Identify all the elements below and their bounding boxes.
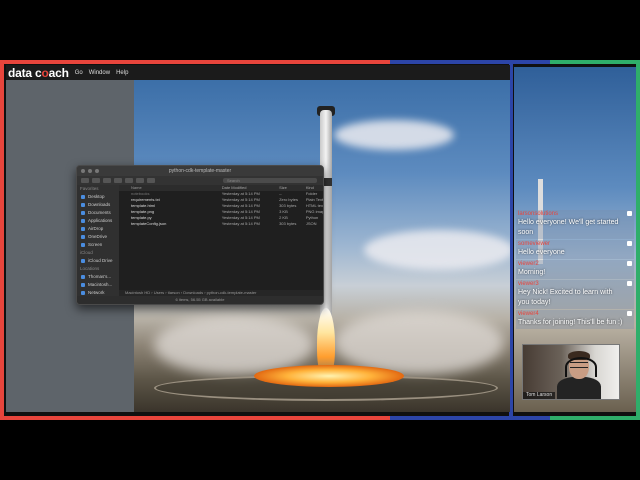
airdrop-icon [81, 227, 85, 231]
border-blue-top [390, 60, 550, 64]
path-item[interactable]: python-cdk-template-master [207, 290, 257, 295]
sidebar-header-favorites: Favorites [80, 186, 99, 191]
chat-message: viewer3 Hey Nick! Excited to learn with … [516, 280, 634, 309]
chat-message: viewer4 Thanks for joining! This'll be f… [516, 310, 634, 329]
border-blue-bottom [390, 416, 550, 420]
sidebar-item-macintosh[interactable]: Macintosh... [77, 281, 119, 289]
sidebar-item-computer[interactable]: Thomas's... [77, 273, 119, 281]
onedrive-icon [81, 235, 85, 239]
border-red-left [0, 60, 4, 420]
sidebar-item-desktop[interactable]: Desktop [77, 193, 119, 201]
finder-title: python-cdk-template-master [168, 168, 232, 174]
sidebar-item-screen[interactable]: Screen [77, 241, 119, 249]
finder-sidebar: Favorites Desktop Downloads Documents Ap… [77, 185, 119, 296]
path-item[interactable]: Macintosh HD [125, 290, 150, 295]
landing-fire [254, 365, 404, 387]
disk-icon [81, 283, 85, 287]
search-input[interactable]: Search [223, 178, 317, 183]
sidebar-header-locations: Locations [80, 266, 100, 271]
menu-window[interactable]: Window [89, 70, 110, 76]
finder-window[interactable]: python-cdk-template-master Search Favori… [76, 165, 324, 305]
back-icon[interactable] [81, 178, 89, 183]
badge-icon [627, 261, 632, 266]
chat-username: someviewer [518, 241, 551, 247]
sidebar-header-icloud: iCloud [80, 250, 93, 255]
list-view-button[interactable] [103, 178, 111, 183]
share-icon[interactable] [147, 178, 155, 183]
sidebar-item-onedrive[interactable]: OneDrive [77, 233, 119, 241]
datacoach-logo: data coach [8, 65, 69, 80]
gear-icon[interactable] [136, 178, 144, 183]
column-view-button[interactable] [114, 178, 122, 183]
icon-view-button[interactable] [92, 178, 100, 183]
finder-titlebar[interactable]: python-cdk-template-master [77, 166, 323, 176]
chat-overlay: larsonsolutions Hello everyone! We'll ge… [516, 210, 634, 329]
documents-icon [81, 211, 85, 215]
gallery-view-button[interactable] [125, 178, 133, 183]
chat-username: viewer3 [518, 281, 539, 287]
path-item[interactable]: Users [154, 290, 164, 295]
border-green-bottom [550, 416, 640, 420]
presenter-shirt [557, 377, 601, 399]
desktop-icon [81, 195, 85, 199]
downloads-icon [81, 203, 85, 207]
webcam-overlay: Tom Larson [522, 344, 620, 400]
chat-username: viewer4 [518, 311, 539, 317]
chat-message: viewer2 Morning! [516, 260, 634, 279]
cloud-icon [81, 259, 85, 263]
border-green-right [636, 60, 640, 420]
chat-username: viewer2 [518, 261, 539, 267]
path-item[interactable]: tlarson [168, 290, 180, 295]
file-list: Name Date Modified Size Kind notebooks Ye… [119, 185, 323, 296]
badge-icon [627, 281, 632, 286]
border-red-top [0, 60, 390, 64]
chat-text: Morning! [518, 269, 546, 276]
sidebar-item-applications[interactable]: Applications [77, 217, 119, 225]
folder-icon [81, 243, 85, 247]
menubar: data coach Go Window Help [6, 65, 510, 80]
finder-status: 6 items, 56.55 GB available [77, 296, 323, 304]
chat-message: larsonsolutions Hello everyone! We'll ge… [516, 210, 634, 239]
computer-icon [81, 275, 85, 279]
menu-go[interactable]: Go [75, 70, 83, 76]
shared-screen: data coach Go Window Help python-cdk-tem… [6, 65, 510, 412]
network-icon [81, 291, 85, 295]
finder-toolbar: Search [77, 176, 323, 185]
chat-text: Thanks for joining! This'll be fun :) [518, 319, 623, 326]
headset-icon [565, 357, 597, 377]
chat-message: someviewer Hello everyone [516, 240, 634, 259]
chat-text: Hello everyone [518, 249, 565, 256]
chat-text: Hey Nick! Excited to learn with you toda… [518, 289, 613, 306]
applications-icon [81, 219, 85, 223]
border-red-bottom [0, 416, 390, 420]
sidebar-item-downloads[interactable]: Downloads [77, 201, 119, 209]
sidebar-item-icloud-drive[interactable]: iCloud Drive [77, 257, 119, 265]
chat-text: Hello everyone! We'll get started soon [518, 219, 619, 236]
file-row[interactable]: templateConfig.json Yesterday at 5:14 PM 3… [119, 221, 323, 227]
menu-help[interactable]: Help [116, 70, 128, 76]
chat-username: larsonsolutions [518, 211, 559, 217]
badge-icon [627, 211, 632, 216]
sidebar-item-documents[interactable]: Documents [77, 209, 119, 217]
badge-icon [627, 311, 632, 316]
webcam-name-label: Tom Larson [523, 392, 556, 399]
stream-frame: data coach Go Window Help python-cdk-tem… [0, 60, 640, 420]
path-item[interactable]: Downloads [183, 290, 203, 295]
badge-icon [627, 241, 632, 246]
sidebar-item-airdrop[interactable]: AirDrop [77, 225, 119, 233]
border-green-top [550, 60, 640, 64]
